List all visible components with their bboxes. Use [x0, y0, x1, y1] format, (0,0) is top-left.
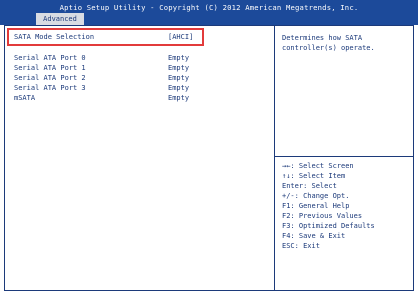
key-hint: F2: Previous Values: [282, 212, 363, 220]
help-divider: [275, 156, 413, 157]
key-hint: →←: Select Screen: [282, 162, 354, 170]
help-line: controller(s) operate.: [282, 44, 375, 52]
port-label: Serial ATA Port 3: [14, 84, 86, 92]
key-hint: F3: Optimized Defaults: [282, 222, 375, 230]
list-item: Serial ATA Port 0 Empty: [14, 53, 200, 63]
key-hint: +/-: Change Opt.: [282, 192, 350, 200]
port-label: mSATA: [14, 94, 36, 102]
port-label: Serial ATA Port 2: [14, 74, 86, 82]
key-hint: Enter: Select: [282, 182, 337, 190]
key-hint: ↑↓: Select Item: [282, 172, 346, 180]
key-hint: F4: Save & Exit: [282, 232, 346, 240]
list-item: mSATA Empty: [14, 93, 200, 103]
help-text: Determines how SATA controller(s) operat…: [282, 33, 408, 53]
list-item: Serial ATA Port 2 Empty: [14, 73, 200, 83]
port-status: Empty: [168, 94, 190, 102]
key-hint: ESC: Exit: [282, 242, 320, 250]
key-legend: →←: Select Screen ↑↓: Select Item Enter:…: [282, 161, 408, 251]
selection-highlight: [7, 28, 204, 46]
port-status: Empty: [168, 54, 190, 62]
window-title: Aptio Setup Utility - Copyright (C) 2012…: [59, 3, 359, 12]
port-label: Serial ATA Port 0: [14, 54, 86, 62]
list-item: Serial ATA Port 1 Empty: [14, 63, 200, 73]
tab-advanced[interactable]: Advanced: [36, 13, 84, 25]
key-hint: F1: General Help: [282, 202, 350, 210]
port-status: Empty: [168, 74, 190, 82]
help-line: Determines how SATA: [282, 34, 363, 42]
port-status: Empty: [168, 64, 190, 72]
header-bar: Aptio Setup Utility - Copyright (C) 2012…: [0, 0, 418, 25]
port-label: Serial ATA Port 1: [14, 64, 86, 72]
port-status: Empty: [168, 84, 190, 92]
vertical-divider: [274, 25, 275, 291]
list-item: Serial ATA Port 3 Empty: [14, 83, 200, 93]
bios-setup-screen: Aptio Setup Utility - Copyright (C) 2012…: [0, 0, 418, 296]
